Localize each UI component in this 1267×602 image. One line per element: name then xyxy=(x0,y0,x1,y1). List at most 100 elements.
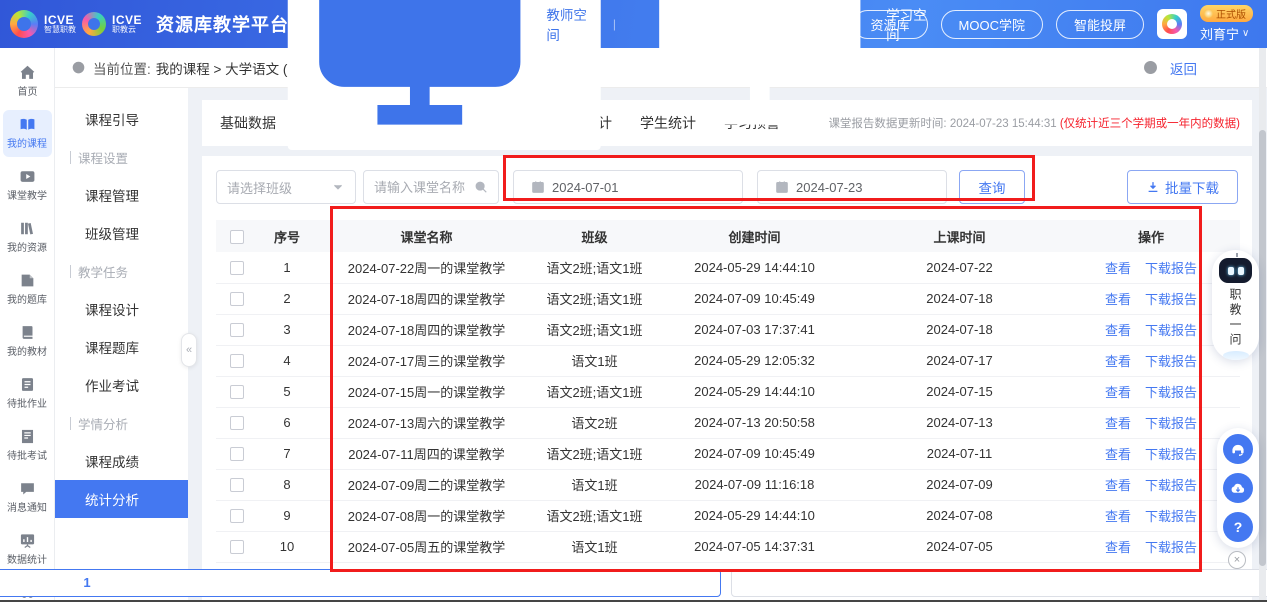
rail-item-my-resources[interactable]: 我的资源 xyxy=(3,214,52,261)
rail-item-my-textbooks[interactable]: 我的教材 xyxy=(3,318,52,365)
view-link[interactable]: 查看 xyxy=(1105,540,1131,555)
menu-item-course-question-bank[interactable]: 课程题库 xyxy=(55,328,188,366)
nav-learning-space[interactable]: 学习空间 xyxy=(628,0,941,150)
menu-item-course-grades[interactable]: 课程成绩 xyxy=(55,442,188,480)
menu-item-course-management[interactable]: 课程管理 xyxy=(55,176,188,214)
row-checkbox[interactable] xyxy=(230,323,244,337)
rail-item-pending-homework[interactable]: 待批作业 xyxy=(3,370,52,417)
menu-item-course-guide[interactable]: 课程引导 xyxy=(55,100,188,138)
row-seq: 8 xyxy=(258,469,316,500)
sidebar-collapse-handle[interactable]: « xyxy=(181,333,197,367)
menu-item-course-design[interactable]: 课程设计 xyxy=(55,290,188,328)
view-link[interactable]: 查看 xyxy=(1105,261,1131,276)
download-report-link[interactable]: 下载报告 xyxy=(1145,447,1197,462)
rail-item-my-courses[interactable]: 我的课程 xyxy=(3,110,52,157)
rail-item-my-courses-label: 我的课程 xyxy=(7,136,47,150)
avatar[interactable] xyxy=(1157,9,1187,39)
select-all-checkbox[interactable] xyxy=(230,230,244,244)
download-report-link[interactable]: 下载报告 xyxy=(1145,416,1197,431)
assistant-widget[interactable]: 职教一问 xyxy=(1212,250,1259,360)
smart-cast-button[interactable]: 智能投屏 xyxy=(1056,10,1144,39)
search-icon[interactable] xyxy=(474,180,488,194)
mooc-academy-button[interactable]: MOOC学院 xyxy=(941,10,1043,39)
class-select[interactable]: 请选择班级 xyxy=(216,170,356,204)
col-class-time: 上课时间 xyxy=(857,220,1062,252)
end-date-picker[interactable]: 2024-07-23 xyxy=(757,170,947,204)
row-checkbox[interactable] xyxy=(230,354,244,368)
start-date-picker[interactable]: 2024-07-01 xyxy=(513,170,743,204)
tab-basic-data[interactable]: 基础数据 xyxy=(206,100,290,146)
download-report-link[interactable]: 下载报告 xyxy=(1145,292,1197,307)
download-report-link[interactable]: 下载报告 xyxy=(1145,509,1197,524)
download-report-link[interactable]: 下载报告 xyxy=(1145,323,1197,338)
download-report-link[interactable]: 下载报告 xyxy=(1145,354,1197,369)
back-button[interactable]: 返回 xyxy=(1143,58,1197,78)
scrollbar-thumb[interactable] xyxy=(1259,130,1266,566)
download-report-link[interactable]: 下载报告 xyxy=(1145,385,1197,400)
menu-item-homework-exam[interactable]: 作业考试 xyxy=(55,366,188,404)
download-center-button[interactable] xyxy=(1223,473,1253,503)
customer-service-button[interactable] xyxy=(1223,434,1253,464)
col-class-name: 课堂名称 xyxy=(316,220,537,252)
row-checkbox[interactable] xyxy=(230,540,244,554)
page-button-1[interactable]: 1 xyxy=(0,569,721,597)
rail-item-my-question-bank[interactable]: 我的题库 xyxy=(3,266,52,313)
batch-download-button[interactable]: 批量下载 xyxy=(1127,170,1238,204)
row-class-name: 2024-07-17周三的课堂教学 xyxy=(316,345,537,376)
nav-learning-space-label: 学习空间 xyxy=(886,4,930,44)
nav-teacher-space[interactable]: 教师空间 xyxy=(288,0,601,150)
help-button[interactable]: ? xyxy=(1223,512,1253,542)
menu-item-statistical-analysis[interactable]: 统计分析 xyxy=(55,480,188,518)
user-menu[interactable]: 正式版 刘育宁∨ xyxy=(1200,5,1253,43)
close-toolbar-button[interactable]: × xyxy=(1228,551,1246,569)
view-link[interactable]: 查看 xyxy=(1105,385,1131,400)
floating-toolbar: ? xyxy=(1217,428,1259,548)
row-class-time: 2024-07-18 xyxy=(857,314,1062,345)
menu-label-teaching-tasks-group: 教学任务 xyxy=(78,262,128,281)
row-class-name: 2024-07-11周四的课堂教学 xyxy=(316,438,537,469)
row-checkbox[interactable] xyxy=(230,447,244,461)
table-row: 22024-07-18周四的课堂教学语文2班;语文1班2024-07-09 10… xyxy=(216,283,1240,314)
page-button-2[interactable]: 2 xyxy=(731,569,1267,597)
rail-item-home[interactable]: 首页 xyxy=(3,58,52,105)
row-checkbox[interactable] xyxy=(230,292,244,306)
row-created-time: 2024-07-05 14:37:31 xyxy=(652,531,857,562)
row-class-time: 2024-07-09 xyxy=(857,469,1062,500)
pagination: 共 14 条 10条/页 ‹ 12 › 前往 页 xyxy=(216,563,1238,602)
workspace-icon xyxy=(639,0,881,145)
search-input[interactable] xyxy=(374,180,474,195)
row-checkbox[interactable] xyxy=(230,385,244,399)
menu-item-class-management[interactable]: 班级管理 xyxy=(55,214,188,252)
row-checkbox[interactable] xyxy=(230,416,244,430)
query-button[interactable]: 查询 xyxy=(959,170,1025,204)
view-link[interactable]: 查看 xyxy=(1105,323,1131,338)
nav-teacher-space-label: 教师空间 xyxy=(546,4,590,44)
view-link[interactable]: 查看 xyxy=(1105,292,1131,307)
rail-item-pending-exams[interactable]: 待批考试 xyxy=(3,422,52,469)
row-created-time: 2024-07-13 20:50:58 xyxy=(652,407,857,438)
view-link[interactable]: 查看 xyxy=(1105,509,1131,524)
download-report-link[interactable]: 下载报告 xyxy=(1145,261,1197,276)
download-report-link[interactable]: 下载报告 xyxy=(1145,478,1197,493)
row-seq: 10 xyxy=(258,531,316,562)
download-report-link[interactable]: 下载报告 xyxy=(1145,540,1197,555)
rail-item-data-statistics[interactable]: 数据统计 xyxy=(3,526,52,573)
table-row: 62024-07-13周六的课堂教学语文2班2024-07-13 20:50:5… xyxy=(216,407,1240,438)
rail-item-classroom-teaching[interactable]: 课堂教学 xyxy=(3,162,52,209)
view-link[interactable]: 查看 xyxy=(1105,354,1131,369)
row-actions: 查看下载报告 xyxy=(1062,407,1240,438)
row-actions: 查看下载报告 xyxy=(1062,531,1240,562)
video-icon xyxy=(19,168,36,185)
logo2-sub: 职教云 xyxy=(112,26,142,34)
row-checkbox[interactable] xyxy=(230,478,244,492)
row-checkbox[interactable] xyxy=(230,261,244,275)
row-created-time: 2024-07-09 10:45:49 xyxy=(652,283,857,314)
view-link[interactable]: 查看 xyxy=(1105,478,1131,493)
row-checkbox[interactable] xyxy=(230,509,244,523)
menu-group-learning-analysis-group: 学情分析 xyxy=(55,404,188,442)
view-link[interactable]: 查看 xyxy=(1105,447,1131,462)
rail-item-notifications[interactable]: 消息通知 xyxy=(3,474,52,521)
menu-label-course-design: 课程设计 xyxy=(85,299,139,319)
view-link[interactable]: 查看 xyxy=(1105,416,1131,431)
user-name: 刘育宁 xyxy=(1200,24,1239,43)
